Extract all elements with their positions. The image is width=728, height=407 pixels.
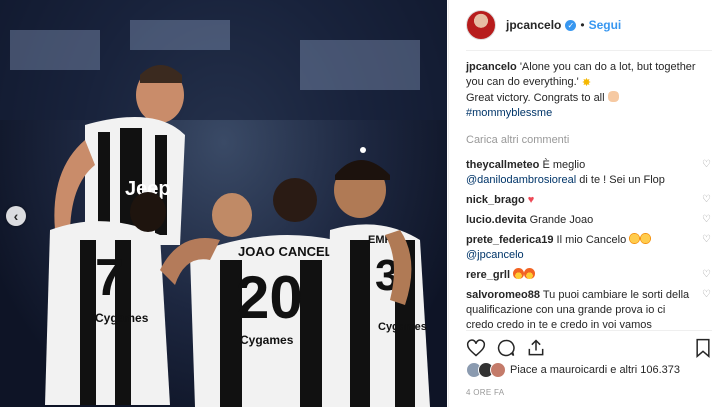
comment-like-heart-icon[interactable]: ♡ xyxy=(702,195,712,205)
comment-like-heart-icon[interactable]: ♡ xyxy=(702,270,712,280)
header-divider xyxy=(466,50,712,51)
likes-summary: Piace a mauroicardi e altri 106.373 xyxy=(466,362,680,378)
caption-username[interactable]: jpcancelo xyxy=(466,61,517,73)
header-username[interactable]: jpcancelo xyxy=(506,18,561,32)
comment-text-after: di te ! Sei un Flop xyxy=(579,174,665,186)
comment-username[interactable]: rere_grll xyxy=(466,269,510,281)
post-actions xyxy=(466,338,716,358)
red-heart-icon: ♥ xyxy=(527,194,535,206)
sponsor-text-left: Cygames xyxy=(95,311,149,325)
likes-text[interactable]: Piace a mauroicardi e altri 106.373 xyxy=(510,364,680,376)
post-side-panel: jpcancelo ✓ • Segui jpcancelo 'Alone you… xyxy=(448,0,728,407)
sponsor-text-center: Cygames xyxy=(240,333,294,347)
jersey-number-left: 7 xyxy=(95,249,124,307)
share-icon[interactable] xyxy=(526,338,546,358)
comment-item: prete_federica19 Il mio Cancelo @jpcance… xyxy=(466,233,716,263)
comment-username[interactable]: salvoromeo88 xyxy=(466,289,540,301)
comment-username[interactable]: lucio.devita xyxy=(466,214,527,226)
jersey-name-center: JOAO CANCELO xyxy=(238,244,343,259)
sponsor-text-right: Cygames xyxy=(378,321,427,333)
comment-text: Grande Joao xyxy=(529,214,594,226)
bookmark-icon[interactable] xyxy=(694,338,712,358)
post-timestamp[interactable]: 4 ORE FA xyxy=(466,388,504,397)
caption-text-2: Great victory. Congrats to all xyxy=(466,92,605,104)
heart-icon[interactable] xyxy=(466,338,486,358)
comment-item: nick_brago ♥ ♡ xyxy=(466,193,716,208)
post-caption: jpcancelo 'Alone you can do a lot, but t… xyxy=(466,60,716,121)
like-avatars xyxy=(466,362,506,378)
comment-icon[interactable] xyxy=(496,338,516,358)
comment-like-heart-icon[interactable]: ♡ xyxy=(702,160,712,170)
comment-username[interactable]: nick_brago xyxy=(466,194,525,206)
chevron-left-icon[interactable]: ‹ xyxy=(6,206,26,226)
load-more-comments-button[interactable]: Carica altri commenti xyxy=(466,133,716,148)
verified-badge-icon: ✓ xyxy=(565,19,577,31)
post-photo-illustration: Jeep 7 Cygames JOAO CANCELO 20 Cygames E… xyxy=(0,0,447,407)
comment-like-heart-icon[interactable]: ♡ xyxy=(702,215,712,225)
clap-icon xyxy=(607,91,619,102)
avatar[interactable] xyxy=(466,10,496,40)
comment-text: È meglio xyxy=(542,159,586,171)
post-header: jpcancelo ✓ • Segui xyxy=(466,4,728,46)
fire-icon xyxy=(524,268,536,279)
comment-mention[interactable]: @jpcancelo xyxy=(466,249,524,261)
comment-item: salvoromeo88 Tu puoi cambiare le sorti d… xyxy=(466,288,716,333)
heart-eyes-icon xyxy=(629,233,641,244)
comment-username[interactable]: prete_federica19 xyxy=(466,234,553,246)
comment-like-heart-icon[interactable]: ♡ xyxy=(702,290,712,300)
comments-section: jpcancelo 'Alone you can do a lot, but t… xyxy=(466,60,716,338)
sparkle-icon: ✸ xyxy=(581,77,592,89)
comment-mention[interactable]: @danilodambrosioreal xyxy=(466,174,576,186)
fire-icon xyxy=(513,268,525,279)
actions-divider xyxy=(466,330,712,331)
avatar xyxy=(490,362,506,378)
comment-text: Il mio Cancelo xyxy=(556,234,627,246)
comment-like-heart-icon[interactable]: ♡ xyxy=(702,235,712,245)
comment-item: lucio.devita Grande Joao ♡ xyxy=(466,213,716,228)
post-photo[interactable]: Jeep 7 Cygames JOAO CANCELO 20 Cygames E… xyxy=(0,0,447,407)
jersey-number-center: 20 xyxy=(236,264,303,331)
heart-eyes-icon xyxy=(640,233,652,244)
comment-username[interactable]: theycallmeteo xyxy=(466,159,539,171)
follow-button[interactable]: Segui xyxy=(589,18,622,32)
comment-item: theycallmeteo È meglio @danilodambrosior… xyxy=(466,158,716,188)
caption-hashtag[interactable]: #mommyblessme xyxy=(466,107,552,119)
header-separator: • xyxy=(580,18,585,32)
comment-item: rere_grll ♡ xyxy=(466,268,716,283)
